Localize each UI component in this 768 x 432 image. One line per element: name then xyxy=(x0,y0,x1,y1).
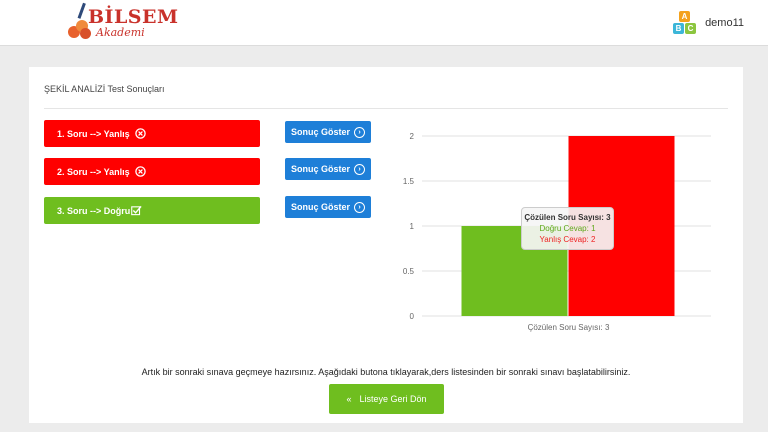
result-row-1: 1. Soru --> Yanlış xyxy=(44,120,260,147)
tooltip-title: Çözülen Soru Sayısı: 3 xyxy=(524,213,611,222)
top-bar: BİLSEM Akademi A B C demo11 xyxy=(0,0,768,46)
result-label: 1. Soru --> Yanlış xyxy=(57,128,130,139)
show-result-button-2[interactable]: Sonuç Göster › xyxy=(285,158,371,180)
show-result-button-3[interactable]: Sonuç Göster › xyxy=(285,196,371,218)
tooltip-correct: Doğru Cevap: 1 xyxy=(539,224,596,233)
chevron-right-circle-icon: › xyxy=(354,163,365,175)
tooltip-wrong: Yanlış Cevap: 2 xyxy=(539,235,596,244)
wrong-icon xyxy=(134,128,146,139)
check-icon xyxy=(131,205,142,216)
user-menu[interactable]: A B C demo11 xyxy=(673,10,744,36)
chevron-right-circle-icon: › xyxy=(354,126,365,138)
back-to-list-button[interactable]: « Listeye Geri Dön xyxy=(329,384,444,414)
y-tick-label: 1.5 xyxy=(403,177,415,186)
y-tick-label: 1 xyxy=(410,222,415,231)
wrong-icon xyxy=(134,166,146,177)
logo-text: BİLSEM xyxy=(88,6,179,28)
results-card: ŞEKİL ANALİZİ Test Sonuçları 1. Soru -->… xyxy=(29,67,743,423)
chevron-right-circle-icon: › xyxy=(354,201,365,213)
double-chevron-left-icon: « xyxy=(346,394,352,404)
y-tick-label: 0.5 xyxy=(403,267,415,276)
result-label: 3. Soru --> Doğru xyxy=(57,205,131,216)
result-row-3: 3. Soru --> Doğru xyxy=(44,197,260,224)
y-tick-label: 2 xyxy=(410,132,415,141)
result-label: 2. Soru --> Yanlış xyxy=(57,166,130,177)
show-result-button-1[interactable]: Sonuç Göster › xyxy=(285,121,371,143)
x-category-label: Çözülen Soru Sayısı: 3 xyxy=(528,323,610,332)
logo-subtext: Akademi xyxy=(96,26,145,39)
username: demo11 xyxy=(705,17,744,29)
y-tick-label: 0 xyxy=(410,312,415,321)
abc-blocks-icon: A B C xyxy=(673,11,697,35)
next-exam-message: Artık bir sonraki sınava geçmeye hazırsı… xyxy=(141,367,631,377)
page-title: ŞEKİL ANALİZİ Test Sonuçları xyxy=(44,84,165,94)
result-row-2: 2. Soru --> Yanlış xyxy=(44,158,260,185)
chart-tooltip: Çözülen Soru Sayısı: 3 Doğru Cevap: 1 Ya… xyxy=(521,207,614,250)
divider xyxy=(44,108,728,109)
bilsem-logo[interactable]: BİLSEM Akademi xyxy=(66,2,178,44)
